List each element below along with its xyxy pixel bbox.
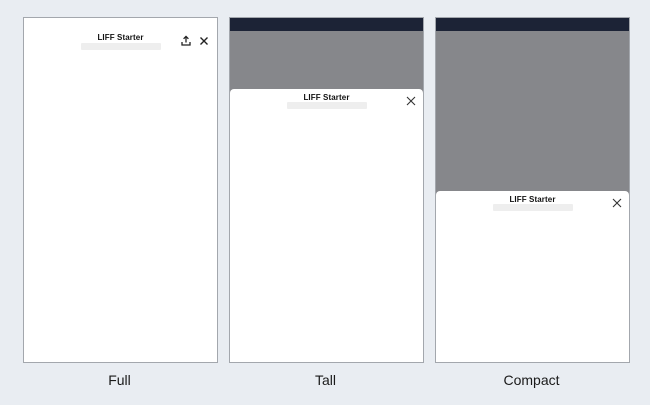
share-icon[interactable] bbox=[180, 35, 192, 47]
caption-full: Full bbox=[108, 372, 131, 388]
close-icon[interactable] bbox=[198, 35, 210, 47]
url-placeholder-bar bbox=[287, 102, 367, 109]
close-icon[interactable] bbox=[405, 95, 417, 107]
liff-sheet: LIFF Starter bbox=[230, 89, 423, 362]
url-placeholder-bar bbox=[493, 204, 573, 211]
liff-compact-view-preview: LIFF Starter bbox=[435, 17, 630, 363]
dimmed-background bbox=[436, 31, 629, 197]
dimmed-background bbox=[230, 31, 423, 95]
liff-sheet: LIFF Starter bbox=[436, 191, 629, 362]
liff-title: LIFF Starter bbox=[509, 195, 556, 204]
url-placeholder-bar bbox=[81, 43, 161, 50]
liff-title: LIFF Starter bbox=[303, 93, 350, 102]
caption-tall: Tall bbox=[314, 372, 336, 388]
status-bar bbox=[230, 18, 423, 31]
liff-full-view-preview: LIFF Starter bbox=[23, 17, 218, 363]
liff-tall-view-preview: LIFF Starter bbox=[229, 17, 424, 363]
close-icon[interactable] bbox=[611, 197, 623, 209]
status-bar bbox=[436, 18, 629, 31]
caption-compact: Compact bbox=[503, 372, 560, 388]
